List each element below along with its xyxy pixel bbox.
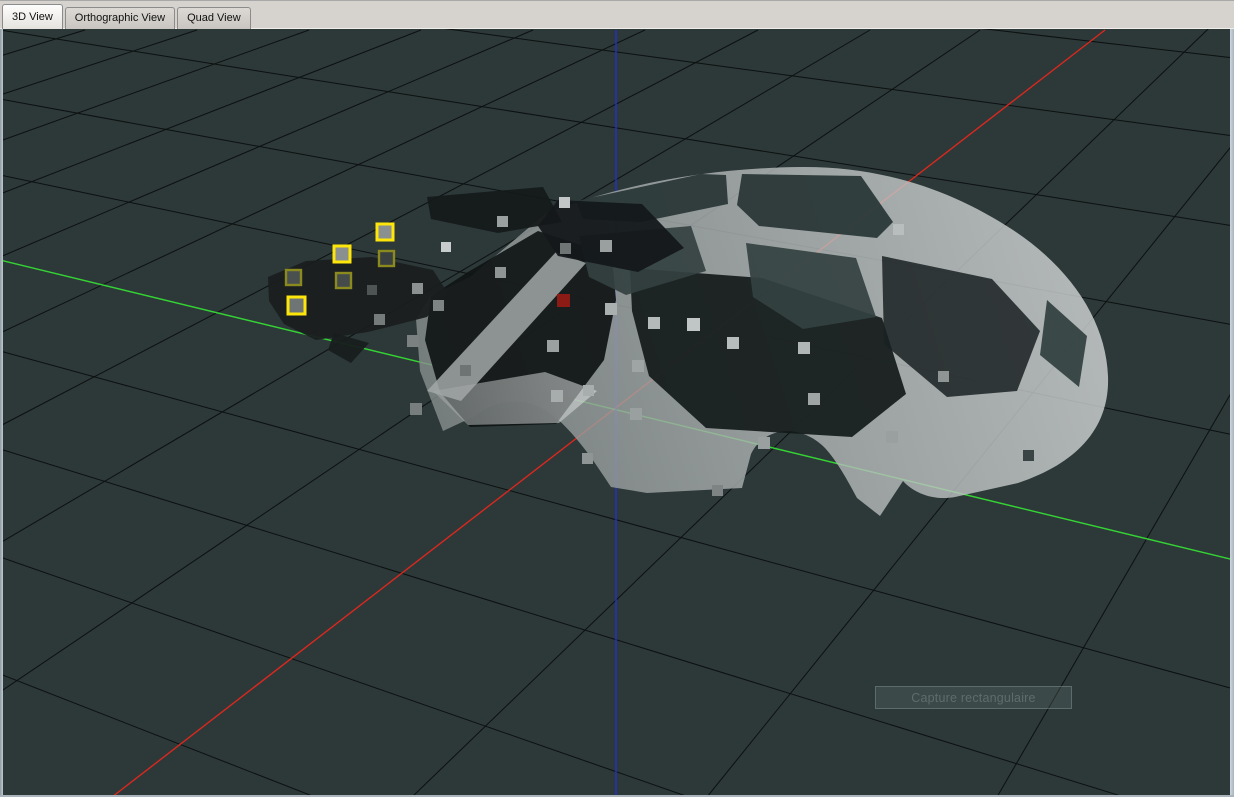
vertex-handle[interactable]: [712, 485, 723, 496]
selected-vertex-handle[interactable]: [286, 295, 307, 316]
selected-vertex-handle[interactable]: [375, 222, 395, 242]
vertex-handle[interactable]: [441, 242, 451, 252]
vertex-handle[interactable]: [412, 283, 423, 294]
vertex-handle[interactable]: [374, 314, 385, 325]
vertex-handle[interactable]: [893, 224, 904, 235]
vertex-handle[interactable]: [886, 431, 898, 443]
vertex-handle[interactable]: [410, 403, 422, 415]
vertex-handle[interactable]: [600, 240, 612, 252]
vertex-handle[interactable]: [583, 385, 594, 396]
vertex-handle[interactable]: [582, 453, 593, 464]
vertex-handle[interactable]: [758, 437, 770, 449]
vertex-handle[interactable]: [798, 342, 810, 354]
vertex-handle[interactable]: [551, 390, 563, 402]
viewport-border-left: [0, 29, 3, 797]
red-vertex-handle[interactable]: [557, 294, 570, 307]
vertex-handle[interactable]: [1023, 450, 1034, 461]
vertex-handle[interactable]: [560, 243, 571, 254]
tab-quad-view[interactable]: Quad View: [177, 7, 251, 29]
vertex-handle[interactable]: [495, 267, 506, 278]
vertex-handle[interactable]: [460, 365, 471, 376]
vertex-handle[interactable]: [687, 318, 700, 331]
capture-overlay-label: Capture rectangulaire: [911, 690, 1036, 705]
vertex-handle[interactable]: [367, 285, 377, 295]
tab-orthographic-view[interactable]: Orthographic View: [64, 7, 176, 29]
capture-rectangular-overlay[interactable]: Capture rectangulaire: [875, 686, 1072, 709]
dim-selected-vertex-handle[interactable]: [284, 268, 303, 287]
vertex-handle[interactable]: [547, 340, 559, 352]
vertex-handle[interactable]: [808, 393, 820, 405]
vertex-handle[interactable]: [727, 337, 739, 349]
vertex-handle[interactable]: [605, 303, 617, 315]
tab-3d-view[interactable]: 3D View: [2, 4, 63, 29]
dim-selected-vertex-handle[interactable]: [377, 249, 396, 268]
vertex-handle[interactable]: [630, 408, 642, 420]
vertex-handle[interactable]: [497, 216, 508, 227]
viewport-3d[interactable]: [0, 0, 1234, 797]
vertex-handle[interactable]: [648, 317, 660, 329]
viewport-border-right: [1230, 29, 1234, 797]
vertex-handle[interactable]: [433, 300, 444, 311]
view-tab-bar: 3D View Orthographic View Quad View: [0, 0, 1234, 29]
vertex-handle[interactable]: [632, 360, 644, 372]
selected-vertex-handle[interactable]: [332, 244, 352, 264]
vertex-handle[interactable]: [938, 371, 949, 382]
vertex-handle[interactable]: [407, 335, 419, 347]
dim-selected-vertex-handle[interactable]: [334, 271, 353, 290]
vertex-handle[interactable]: [559, 197, 570, 208]
